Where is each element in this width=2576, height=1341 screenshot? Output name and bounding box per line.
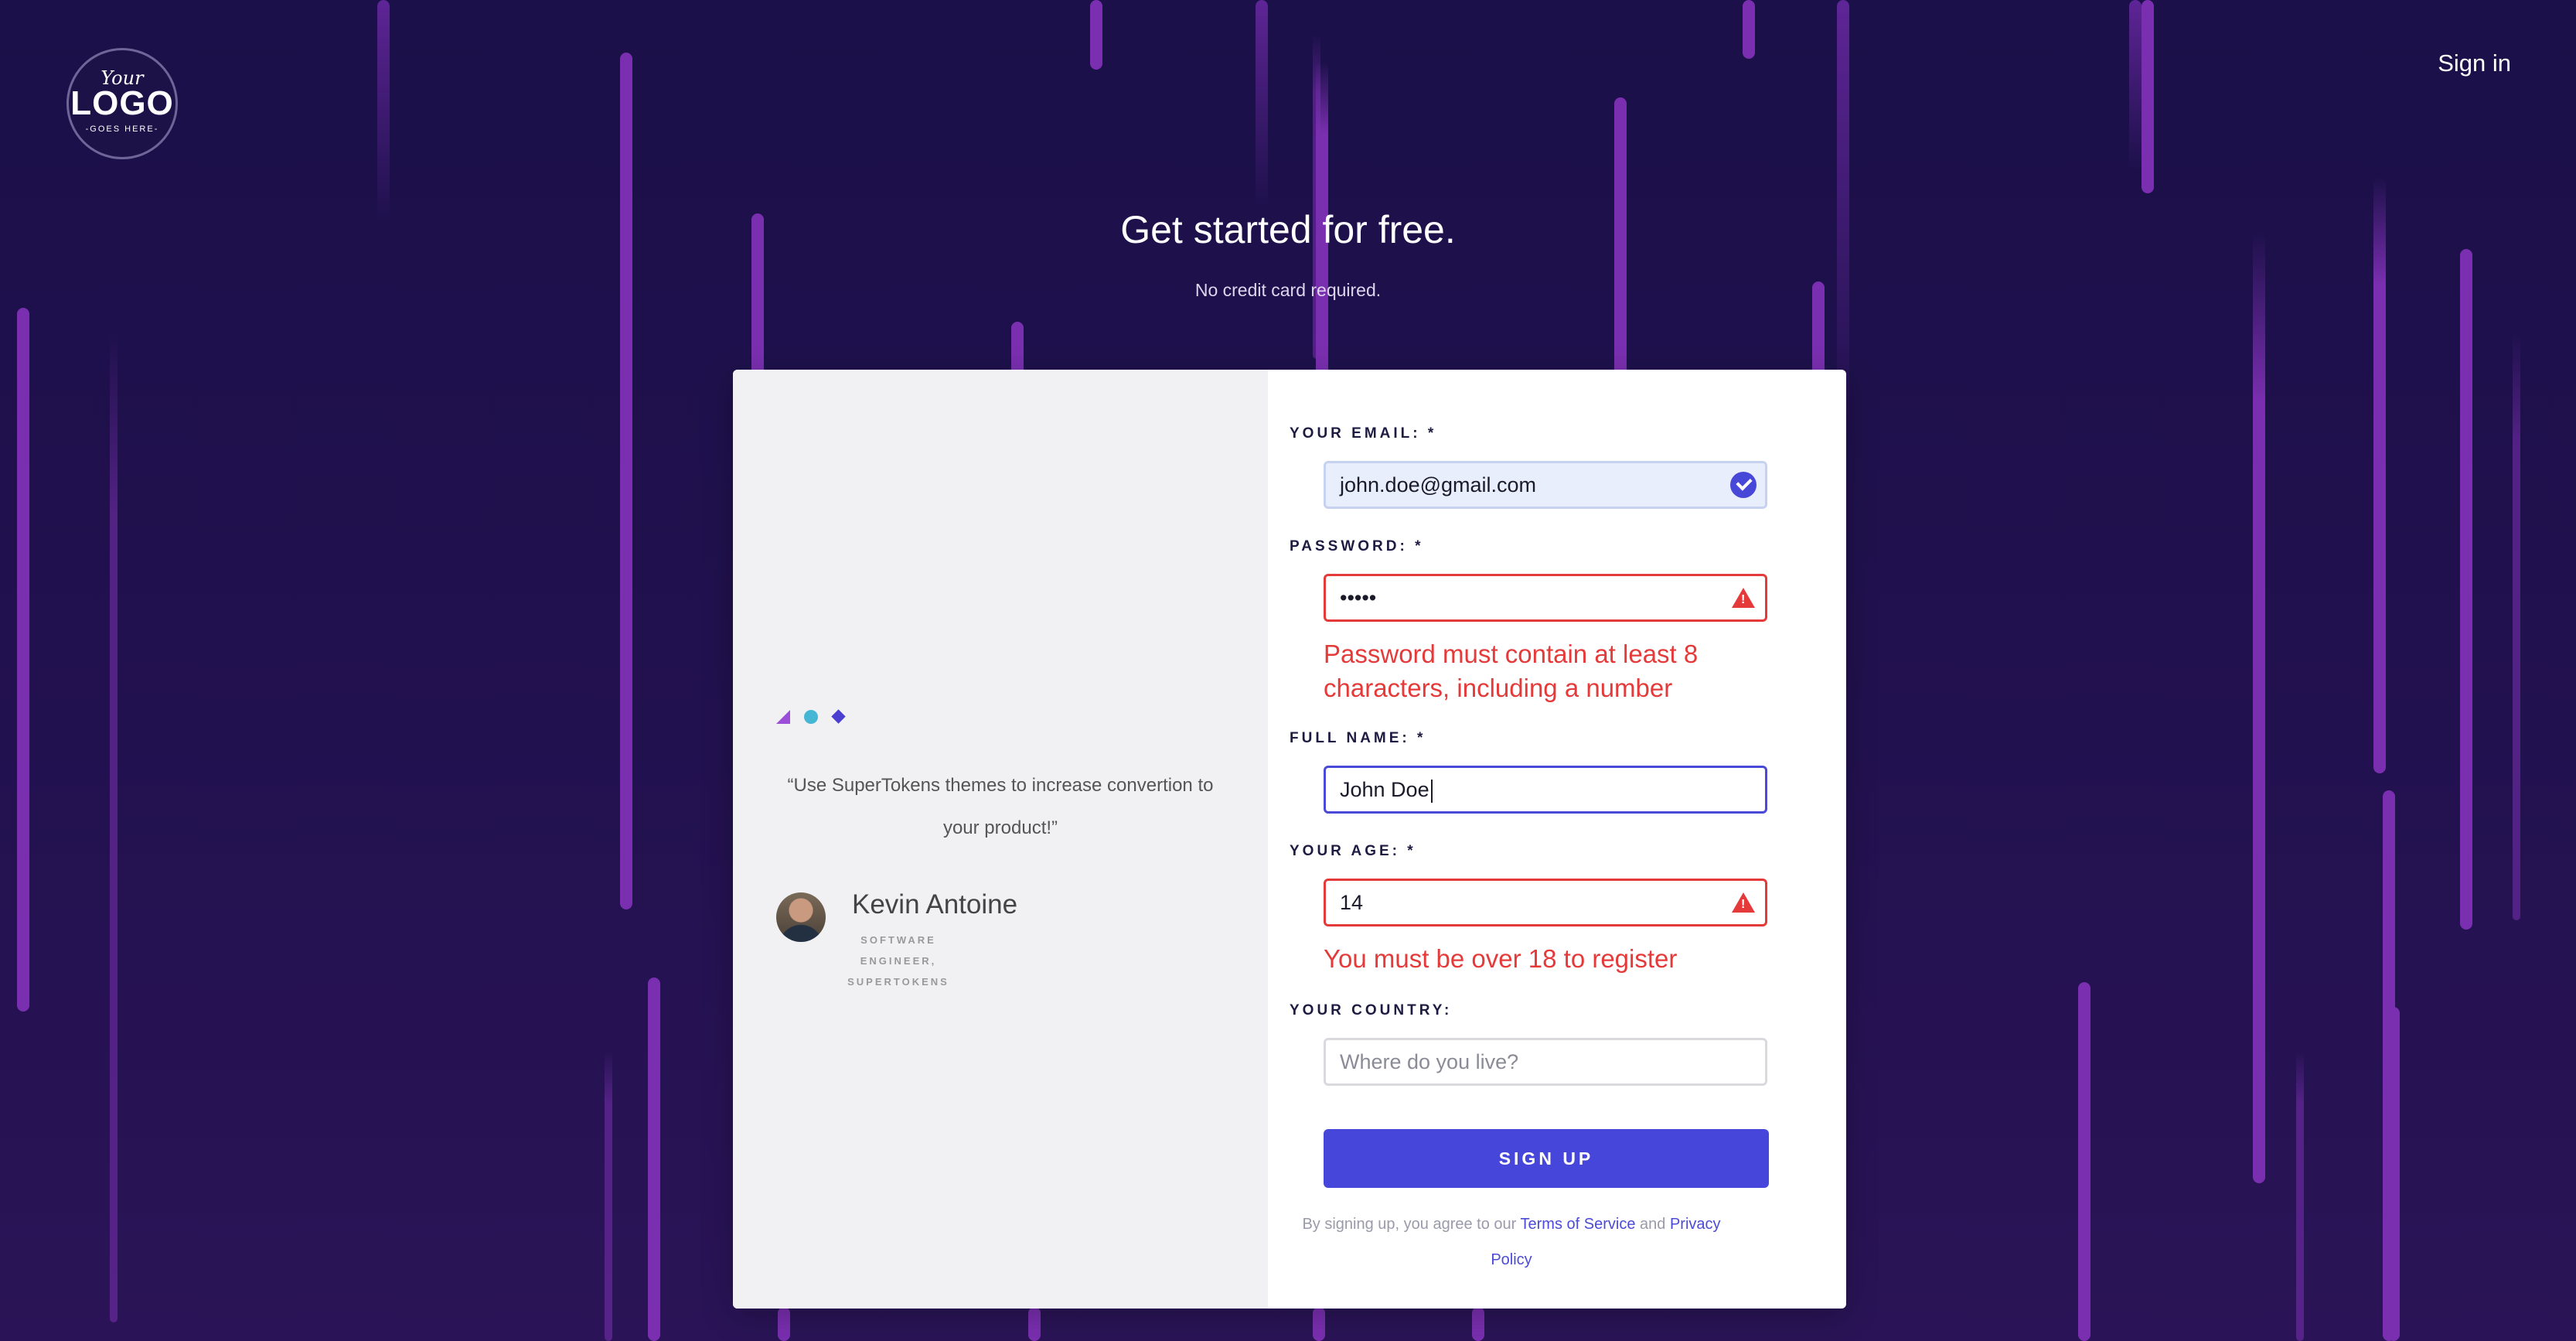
diamond-icon bbox=[831, 709, 846, 724]
page-title: Get started for free. bbox=[1120, 208, 1456, 251]
testimonial-panel: “Use SuperTokens themes to increase conv… bbox=[733, 370, 1268, 1309]
email-label: YOUR EMAIL: * bbox=[1290, 425, 1437, 442]
age-error: You must be over 18 to register bbox=[1324, 944, 1678, 973]
signup-card: “Use SuperTokens themes to increase conv… bbox=[733, 370, 1846, 1309]
page-subtitle: No credit card required. bbox=[1194, 280, 1382, 300]
testimonial-name: Kevin Antoine bbox=[852, 889, 1018, 920]
testimonial-quote: “Use SuperTokens themes to increase conv… bbox=[787, 775, 1214, 838]
legal-and: and bbox=[1640, 1216, 1666, 1233]
password-label: PASSWORD: * bbox=[1290, 538, 1424, 554]
sign-in-link[interactable]: Sign in bbox=[2438, 49, 2511, 77]
password-field[interactable]: ••••• bbox=[1324, 574, 1767, 622]
check-circle-icon bbox=[1730, 472, 1757, 498]
avatar bbox=[776, 892, 826, 942]
age-field[interactable]: 14 bbox=[1324, 879, 1767, 926]
legal-text: By signing up, you agree to our Terms of… bbox=[1290, 1206, 1733, 1278]
testimonial-role: SOFTWARE ENGINEER, SUPERTOKENS bbox=[847, 934, 949, 988]
warning-triangle-icon: ! bbox=[1732, 588, 1755, 608]
text-caret bbox=[1430, 779, 1433, 803]
legal-prefix: By signing up, you agree to our bbox=[1302, 1216, 1517, 1233]
logo[interactable]: Your LOGO -GOES HERE- bbox=[66, 48, 178, 159]
full-name-field[interactable]: John Doe bbox=[1324, 766, 1767, 814]
password-error: Password must contain at least 8 charact… bbox=[1324, 640, 1699, 702]
logo-main-text: LOGO bbox=[70, 84, 174, 122]
country-field[interactable]: Where do you live? bbox=[1324, 1038, 1767, 1086]
email-field[interactable]: john.doe@gmail.com bbox=[1324, 461, 1767, 509]
country-label: YOUR COUNTRY: bbox=[1290, 1002, 1453, 1019]
full-name-label: FULL NAME: * bbox=[1290, 730, 1426, 746]
full-name-value: John Doe bbox=[1340, 778, 1429, 801]
sign-up-button[interactable]: SIGN UP bbox=[1324, 1129, 1769, 1188]
decorative-shapes bbox=[776, 705, 854, 729]
age-label: YOUR AGE: * bbox=[1290, 843, 1416, 859]
triangle-icon bbox=[776, 710, 790, 724]
warning-triangle-icon: ! bbox=[1732, 892, 1755, 913]
circle-icon bbox=[804, 710, 818, 724]
terms-link[interactable]: Terms of Service bbox=[1521, 1216, 1636, 1233]
logo-bottom-text: -GOES HERE- bbox=[85, 125, 159, 134]
